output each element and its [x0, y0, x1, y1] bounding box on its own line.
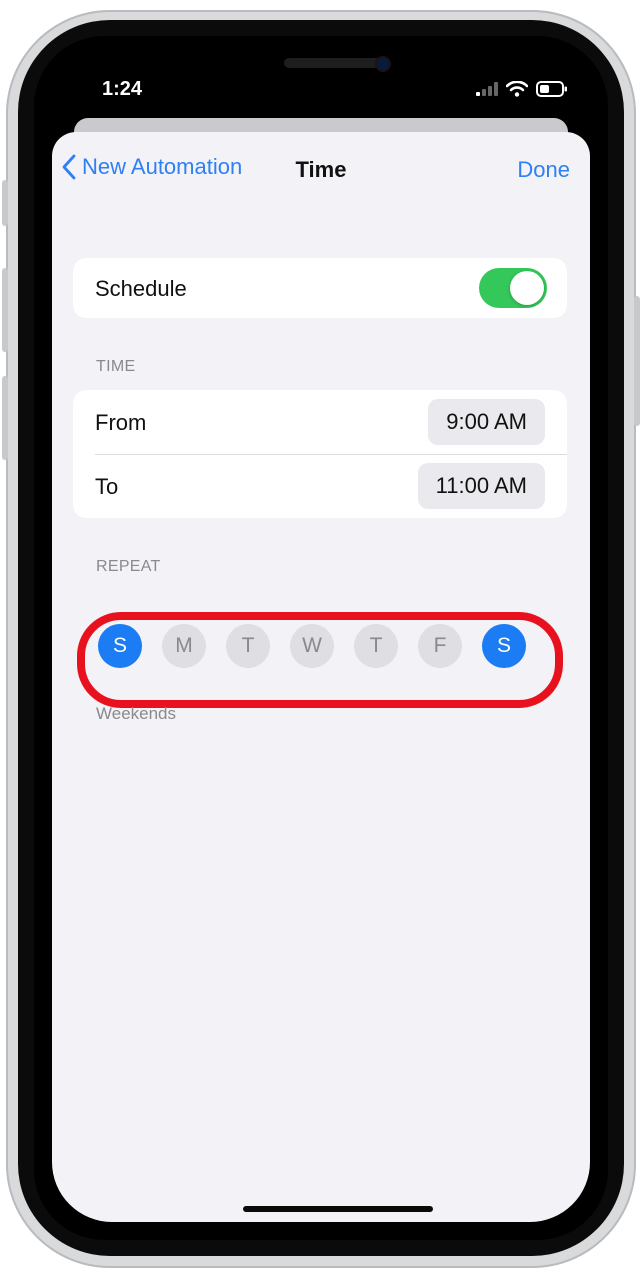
home-indicator — [243, 1206, 433, 1212]
from-label: From — [95, 410, 147, 435]
screen: 1:24 New Automation Time Done Schedule T… — [34, 36, 608, 1240]
battery-icon — [536, 81, 567, 97]
volume-up-button — [2, 268, 8, 352]
volume-down-button — [2, 376, 8, 460]
schedule-label: Schedule — [95, 276, 187, 301]
toggle-knob — [510, 271, 544, 305]
schedule-card: Schedule — [73, 258, 567, 318]
to-label: To — [95, 474, 119, 499]
row-divider — [95, 454, 567, 455]
navigation-bar: New Automation Time Done — [52, 132, 590, 206]
repeat-summary: Weekends — [96, 704, 177, 723]
status-icons — [476, 81, 568, 97]
highlight-annotation — [77, 612, 563, 708]
done-button[interactable]: Done — [517, 157, 570, 183]
camera-icon — [377, 58, 389, 70]
mute-switch — [2, 180, 8, 226]
repeat-section-header: REPEAT — [96, 558, 161, 575]
wifi-icon — [506, 81, 528, 97]
speaker — [284, 58, 388, 68]
to-time-picker[interactable]: 11:00 AM — [417, 463, 545, 509]
power-button — [634, 296, 640, 426]
from-time-picker[interactable]: 9:00 AM — [428, 399, 545, 445]
status-time: 1:24 — [102, 78, 143, 100]
schedule-toggle[interactable] — [479, 268, 547, 308]
time-sheet: New Automation Time Done Schedule TIME F… — [52, 132, 590, 1222]
time-section-header: TIME — [96, 358, 136, 375]
page-title: Time — [295, 157, 347, 182]
cellular-signal-icon — [476, 82, 498, 96]
time-card: From 9:00 AM To 11:00 AM — [73, 390, 567, 518]
